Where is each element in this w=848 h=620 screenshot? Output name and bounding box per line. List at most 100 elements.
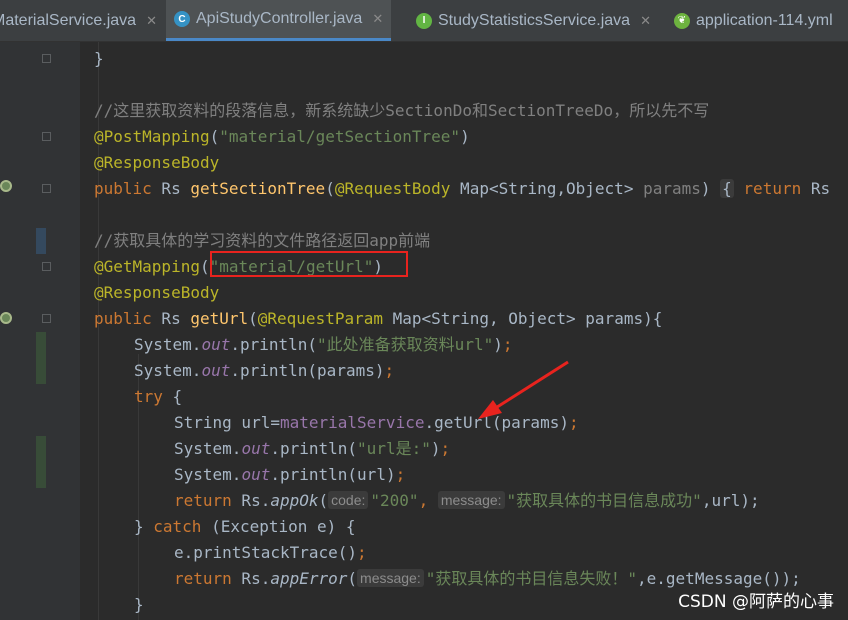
tab-label: application-114.yml [696, 11, 833, 29]
code-token: } [94, 49, 104, 68]
code-field: out [201, 361, 231, 380]
code-line: return Rs.appOk(code: "200", message: "获取具… [174, 491, 760, 510]
code-line: } [134, 595, 144, 614]
code-token: System. [174, 439, 242, 458]
interface-icon: I [416, 12, 432, 29]
code-token: Rs [151, 309, 191, 328]
code-param: params [643, 179, 701, 198]
code-string: "获取具体的书目信息成功" [506, 491, 702, 510]
code-token: params [317, 361, 375, 380]
code-field: out [241, 439, 271, 458]
code-annotation: @RequestParam [257, 309, 383, 328]
code-annotation: @GetMapping [94, 257, 200, 276]
code-token: Rs. [231, 569, 271, 588]
code-line: } catch (Exception e) { [134, 517, 356, 536]
code-comment: //这里获取资料的段落信息，新系统缺少SectionDo和SectionTree… [94, 101, 710, 120]
code-token: (Exception e) { [201, 517, 356, 536]
code-keyword: return [743, 179, 802, 198]
spring-yml-icon: ❦ [674, 12, 690, 29]
code-annotation: @RequestBody [334, 179, 451, 198]
fold-marker-icon[interactable] [42, 54, 51, 63]
code-token: Map<String, Object> params){ [383, 309, 663, 328]
parameter-hint: message: [357, 569, 424, 587]
code-line: e.printStackTrace(); [174, 543, 367, 562]
fold-marker-icon[interactable] [42, 184, 51, 193]
fold-marker-icon[interactable] [42, 314, 51, 323]
code-annotation: @PostMapping [94, 127, 210, 146]
spring-mapping-icon[interactable] [0, 312, 12, 324]
code-line: public Rs getUrl(@RequestParam Map<Strin… [94, 309, 663, 328]
code-line: @ResponseBody [94, 280, 219, 306]
vcs-change-marker [36, 436, 46, 488]
folded-brace[interactable]: { [720, 179, 734, 198]
vcs-change-marker [36, 332, 46, 384]
code-string: "material/getSectionTree" [219, 127, 461, 146]
code-line: @ResponseBody [94, 150, 219, 176]
tab-label: StudyStatisticsService.java [438, 11, 631, 29]
code-token: .println( [270, 439, 358, 458]
close-icon[interactable]: ✕ [146, 13, 157, 29]
code-keyword: return [174, 569, 232, 588]
vcs-change-marker [36, 228, 46, 254]
code-token: .getUrl(params) [424, 413, 569, 432]
code-line: System.out.println("url是:"); [174, 439, 451, 458]
code-field: out [241, 465, 271, 484]
tab-label: MaterialService.java [0, 11, 137, 29]
code-token: url [357, 465, 386, 484]
code-token: Map<String,Object> [450, 179, 644, 198]
code-field: materialService [279, 413, 425, 432]
code-editor[interactable]: } //这里获取资料的段落信息，新系统缺少SectionDo和SectionTr… [80, 42, 848, 620]
tab-material-service[interactable]: MaterialService.java ✕ [0, 0, 157, 41]
code-token: ,url); [701, 491, 760, 510]
code-line: public Rs getSectionTree(@RequestBody Ma… [94, 179, 831, 198]
tab-study-statistics-service[interactable]: I StudyStatisticsService.java ✕ [408, 0, 659, 41]
code-token: e.printStackTrace() [174, 543, 358, 562]
code-token: ,e.getMessage()); [637, 569, 801, 588]
code-token: .println( [230, 361, 318, 380]
code-token: .println( [270, 465, 358, 484]
editor-gutter [0, 42, 80, 620]
fold-marker-icon[interactable] [42, 132, 51, 141]
code-keyword: try [134, 387, 163, 406]
code-string: "获取具体的书目信息失败！" [425, 569, 638, 588]
code-token: Rs [151, 179, 191, 198]
code-comment: //获取具体的学习资料的文件路径返回app前端 [94, 231, 431, 250]
code-method-name: appOk [270, 491, 319, 510]
editor-tab-bar: MaterialService.java ✕ C ApiStudyControl… [0, 0, 848, 42]
code-line: System.out.println(url); [174, 465, 406, 484]
code-line: } [94, 46, 104, 72]
code-token: String url= [174, 413, 280, 432]
tab-application-yml[interactable]: ❦ application-114.yml [666, 0, 841, 41]
code-string: "url是:" [357, 439, 431, 458]
code-line: @PostMapping("material/getSectionTree") [94, 127, 470, 146]
watermark: CSDN @阿萨的心事 [678, 592, 834, 612]
code-token: Rs [801, 179, 831, 198]
code-line: String url=materialService.getUrl(params… [174, 413, 579, 432]
fold-marker-icon[interactable] [42, 262, 51, 271]
code-token: System. [134, 335, 202, 354]
code-line: System.out.println(params); [134, 361, 395, 380]
tab-api-study-controller[interactable]: C ApiStudyController.java ✕ [166, 0, 392, 41]
code-token: System. [134, 361, 202, 380]
code-line: System.out.println("此处准备获取资料url"); [134, 335, 513, 354]
code-line: try { [134, 387, 183, 406]
parameter-hint: message: [437, 491, 505, 509]
code-keyword: return [174, 491, 232, 510]
code-keyword: catch [153, 517, 202, 536]
spring-mapping-icon[interactable] [0, 180, 12, 192]
code-method-name: appError [270, 569, 348, 588]
code-keyword: public [94, 179, 152, 198]
tab-label: ApiStudyController.java [196, 10, 363, 27]
code-method-name: getUrl [190, 309, 249, 328]
code-line: //这里获取资料的段落信息，新系统缺少SectionDo和SectionTree… [94, 98, 709, 124]
close-icon[interactable]: ✕ [372, 11, 383, 27]
code-annotation: @ResponseBody [94, 153, 220, 172]
code-keyword: public [94, 309, 152, 328]
code-annotation: @ResponseBody [94, 283, 220, 302]
code-token: Rs. [231, 491, 271, 510]
close-icon[interactable]: ✕ [640, 13, 651, 29]
code-string: "200" [370, 491, 419, 510]
parameter-hint: code: [328, 491, 369, 509]
highlight-box [210, 251, 408, 277]
code-token: .println( [230, 335, 318, 354]
